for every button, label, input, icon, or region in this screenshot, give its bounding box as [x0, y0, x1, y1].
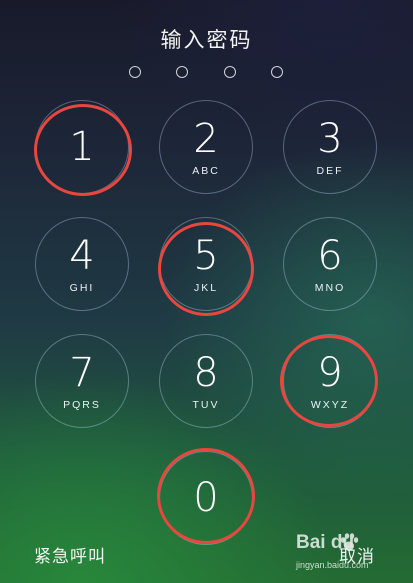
key-6[interactable]: 6 MNO: [283, 217, 377, 311]
key-7[interactable]: 7 PQRS: [35, 334, 129, 428]
key-9[interactable]: 9 WXYZ: [283, 334, 377, 428]
key-letters: TUV: [192, 399, 220, 411]
key-letters: DEF: [316, 165, 344, 177]
passcode-dots: [0, 66, 413, 80]
key-letters: WXYZ: [310, 399, 350, 411]
key-digit: 5: [193, 233, 219, 279]
key-digit: 3: [317, 116, 343, 162]
key-digit: 1: [69, 124, 95, 170]
key-digit: 4: [69, 233, 95, 279]
passcode-dot: [129, 66, 141, 78]
passcode-dot: [176, 66, 188, 78]
key-digit: 6: [317, 233, 343, 279]
key-letters: ABC: [192, 165, 220, 177]
passcode-dot: [271, 66, 283, 78]
key-letters: GHI: [69, 282, 95, 294]
passcode-dot: [224, 66, 236, 78]
key-5[interactable]: 5 JKL: [159, 217, 253, 311]
key-digit: 0: [193, 475, 219, 521]
key-digit: 7: [69, 350, 95, 396]
key-8[interactable]: 8 TUV: [159, 334, 253, 428]
key-letters: MNO: [314, 282, 346, 294]
key-1[interactable]: 1: [35, 100, 129, 194]
key-3[interactable]: 3 DEF: [283, 100, 377, 194]
key-letters: PQRS: [63, 399, 101, 411]
key-2[interactable]: 2 ABC: [159, 100, 253, 194]
key-digit: 8: [193, 350, 219, 396]
key-digit: 9: [317, 350, 343, 396]
emergency-call-button[interactable]: 紧急呼叫: [34, 542, 106, 567]
key-letters: JKL: [193, 282, 219, 294]
key-4[interactable]: 4 GHI: [35, 217, 129, 311]
key-0[interactable]: 0: [159, 451, 253, 545]
cancel-button[interactable]: 取消: [339, 542, 375, 567]
page-title: 输入密码: [160, 28, 253, 52]
key-digit: 2: [193, 116, 219, 162]
